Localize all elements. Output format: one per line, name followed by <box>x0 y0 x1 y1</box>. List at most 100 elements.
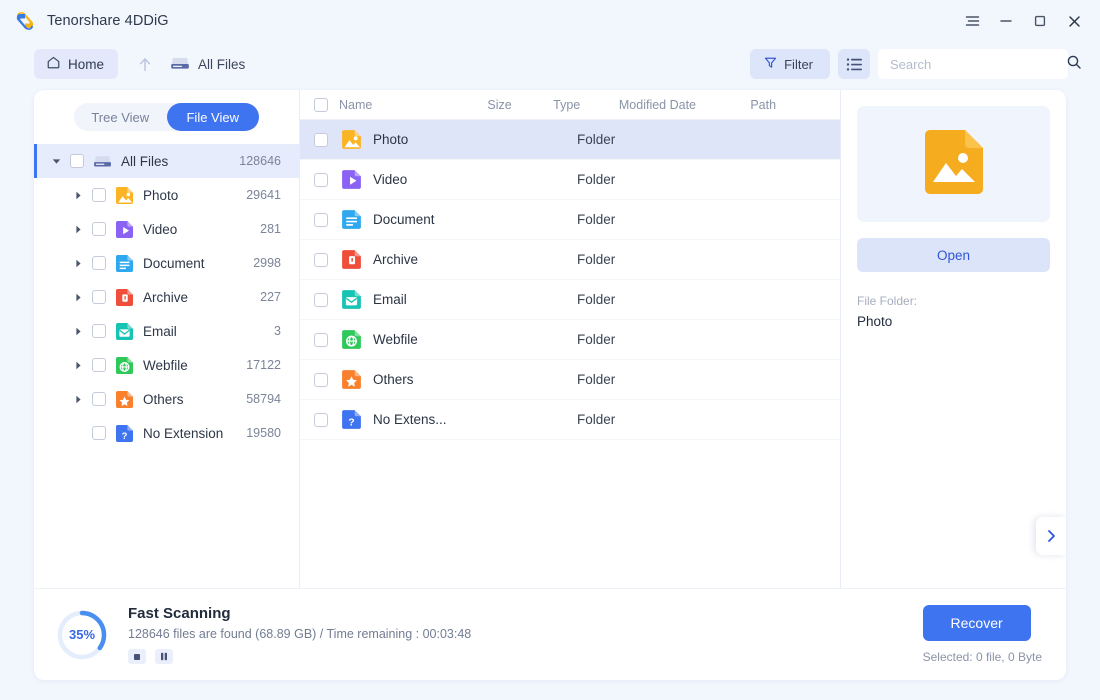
tab-file-view[interactable]: File View <box>166 103 259 131</box>
caret-right-icon[interactable] <box>68 293 88 302</box>
caret-right-icon[interactable] <box>68 327 88 336</box>
caret-right-icon[interactable] <box>68 361 88 370</box>
tree-node-checkbox[interactable] <box>92 426 106 440</box>
tree-node-count: 281 <box>260 222 281 236</box>
filter-button-label: Filter <box>784 56 813 72</box>
row-checkbox[interactable] <box>314 292 328 307</box>
list-view-icon[interactable] <box>838 49 870 79</box>
tree-node-count: 227 <box>260 290 281 304</box>
select-all-checkbox[interactable] <box>314 97 328 112</box>
stop-icon[interactable] <box>128 649 146 664</box>
tree-node-checkbox[interactable] <box>92 358 106 372</box>
progress-ring: 35% <box>54 607 110 663</box>
tree-node-label: Others <box>143 391 184 407</box>
archive-icon <box>341 249 362 270</box>
breadcrumb[interactable]: All Files <box>170 55 245 74</box>
home-button-label: Home <box>68 56 105 72</box>
view-toggle[interactable]: Tree View File View <box>74 103 259 131</box>
svg-text:?: ? <box>122 431 128 442</box>
document-icon <box>115 254 134 273</box>
column-header-size[interactable]: Size <box>487 98 553 112</box>
row-checkbox[interactable] <box>314 172 328 187</box>
selected-summary: Selected: 0 file, 0 Byte <box>922 650 1042 664</box>
tree-node-checkbox[interactable] <box>92 392 106 406</box>
tree-node-all-files[interactable]: All Files 128646 <box>34 144 299 178</box>
tree-node-email[interactable]: Email 3 <box>34 314 299 348</box>
preview-thumbnail <box>857 106 1050 222</box>
archive-icon <box>115 288 134 307</box>
row-name: Archive <box>373 252 419 267</box>
photo-icon <box>924 129 983 199</box>
tree-node-checkbox[interactable] <box>92 324 106 338</box>
column-header-path[interactable]: Path <box>750 98 840 112</box>
content-card: Tree View File View All Files 128646 Phot… <box>34 90 1066 680</box>
row-name: No Extens... <box>373 412 447 427</box>
pause-icon[interactable] <box>155 649 173 664</box>
preview-meta: File Folder: Photo <box>857 294 1050 329</box>
row-checkbox[interactable] <box>314 252 328 267</box>
table-row[interactable]: Archive Folder <box>300 240 840 280</box>
tree-node-count: 128646 <box>239 154 281 168</box>
tree-node-webfile[interactable]: Webfile 17122 <box>34 348 299 382</box>
app-window: Tenorshare 4DDiG Home All Files Filter S… <box>0 0 1100 700</box>
caret-down-icon[interactable] <box>46 158 66 165</box>
tree-node-others[interactable]: Others 58794 <box>34 382 299 416</box>
tree-node-label: No Extension <box>143 425 224 441</box>
tab-tree-view[interactable]: Tree View <box>74 103 167 131</box>
row-name: Photo <box>373 132 409 147</box>
column-header-type[interactable]: Type <box>553 98 619 112</box>
filter-button[interactable]: Filter <box>750 49 830 79</box>
table-row[interactable]: Webfile Folder <box>300 320 840 360</box>
caret-right-icon[interactable] <box>68 259 88 268</box>
search-box[interactable] <box>878 49 1081 79</box>
row-type: Folder <box>577 332 616 347</box>
tree-node-count: 17122 <box>246 358 281 372</box>
row-checkbox[interactable] <box>314 412 328 427</box>
column-header-name[interactable]: Name <box>328 98 487 112</box>
tree-node-video[interactable]: Video 281 <box>34 212 299 246</box>
table-row[interactable]: ? No Extens... Folder <box>300 400 840 440</box>
caret-right-icon[interactable] <box>68 225 88 234</box>
tree-node-checkbox[interactable] <box>92 290 106 304</box>
home-button[interactable]: Home <box>34 49 119 79</box>
row-checkbox[interactable] <box>314 332 328 347</box>
others-icon <box>341 369 362 390</box>
chevron-right-icon[interactable] <box>1036 517 1066 555</box>
close-icon[interactable] <box>1058 6 1090 36</box>
row-checkbox[interactable] <box>314 372 328 387</box>
table-row[interactable]: Photo Folder <box>300 120 840 160</box>
table-row[interactable]: Video Folder <box>300 160 840 200</box>
breadcrumb-label: All Files <box>198 56 246 72</box>
tree-node-archive[interactable]: Archive 227 <box>34 280 299 314</box>
column-header-modified-date[interactable]: Modified Date <box>619 98 750 112</box>
tree-node-checkbox[interactable] <box>92 222 106 236</box>
caret-right-icon[interactable] <box>68 395 88 404</box>
minimize-icon[interactable] <box>990 6 1022 36</box>
tree-node-no-extension[interactable]: ? No Extension 19580 <box>34 416 299 450</box>
search-icon[interactable] <box>1066 54 1082 75</box>
tree-node-checkbox[interactable] <box>70 154 84 168</box>
row-type: Folder <box>577 172 616 187</box>
tree-node-checkbox[interactable] <box>92 188 106 202</box>
row-checkbox[interactable] <box>314 132 328 147</box>
row-type: Folder <box>577 132 616 147</box>
window-controls <box>956 6 1090 36</box>
row-checkbox[interactable] <box>314 212 328 227</box>
menu-icon[interactable] <box>956 6 988 36</box>
caret-right-icon[interactable] <box>68 191 88 200</box>
scan-info: Fast Scanning 128646 files are found (68… <box>128 605 471 664</box>
tree-node-label: Document <box>143 255 205 271</box>
table-row[interactable]: Email Folder <box>300 280 840 320</box>
arrow-up-icon[interactable] <box>130 49 160 79</box>
table-row[interactable]: Others Folder <box>300 360 840 400</box>
preview-panel: Open File Folder: Photo <box>840 90 1066 588</box>
tree-node-photo[interactable]: Photo 29641 <box>34 178 299 212</box>
recover-button[interactable]: Recover <box>922 605 1031 641</box>
table-row[interactable]: Document Folder <box>300 200 840 240</box>
no-extension-icon: ? <box>341 409 362 430</box>
tree-node-document[interactable]: Document 2998 <box>34 246 299 280</box>
tree-node-checkbox[interactable] <box>92 256 106 270</box>
search-input[interactable] <box>890 56 1066 72</box>
open-button[interactable]: Open <box>857 238 1050 272</box>
maximize-icon[interactable] <box>1024 6 1056 36</box>
